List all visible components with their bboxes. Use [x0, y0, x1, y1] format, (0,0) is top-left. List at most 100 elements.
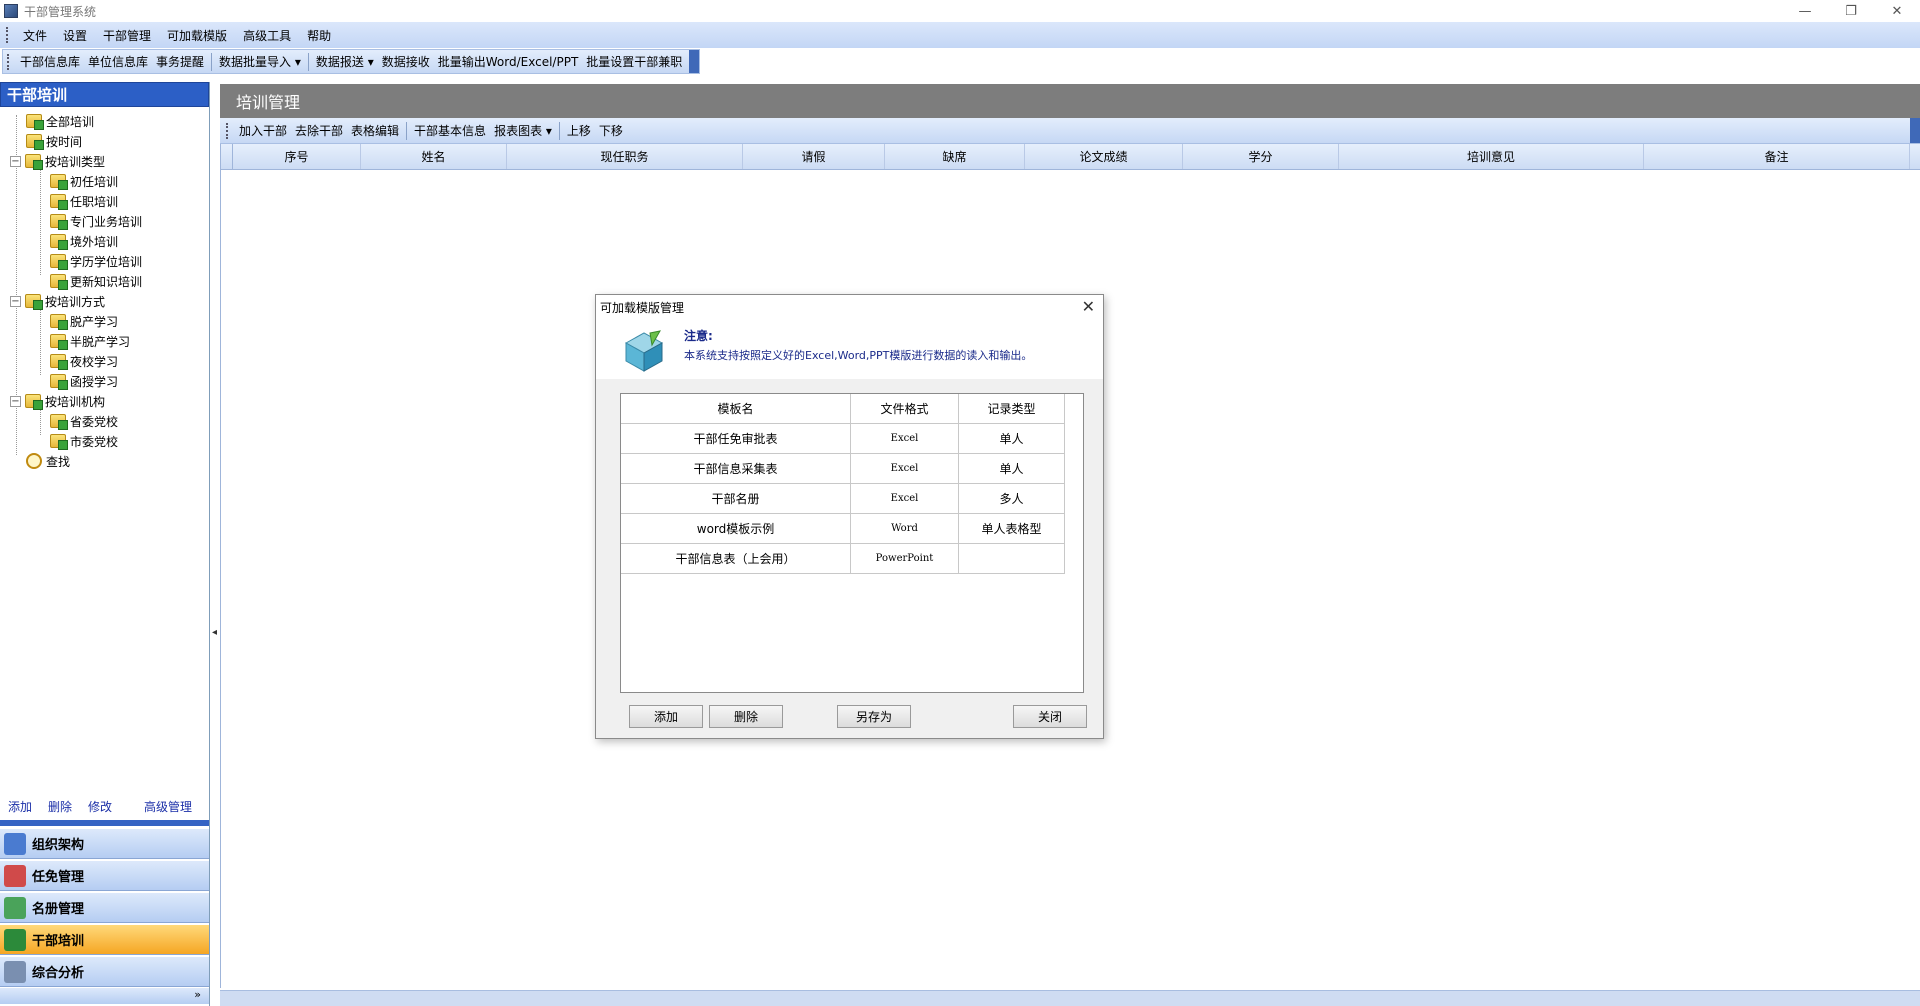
- tree-item-night-school[interactable]: 夜校学习: [0, 351, 209, 371]
- nav-appointment[interactable]: 任免管理: [0, 860, 209, 891]
- col-header-position[interactable]: 现任职务: [507, 144, 743, 169]
- row-header-corner: [221, 144, 233, 169]
- batch-parttime-button[interactable]: 批量设置干部兼职: [582, 53, 686, 70]
- save-as-button[interactable]: 另存为: [837, 705, 911, 728]
- table-row[interactable]: 干部信息采集表 Excel 单人: [621, 453, 1066, 484]
- col-header-credits[interactable]: 学分: [1183, 144, 1339, 169]
- table-row[interactable]: 干部名册 Excel 多人: [621, 483, 1066, 514]
- advanced-manage-link[interactable]: 高级管理: [144, 798, 192, 815]
- remove-cadre-button[interactable]: 去除干部: [291, 122, 347, 139]
- tree-item-by-method[interactable]: − 按培训方式: [0, 291, 209, 311]
- collapse-icon[interactable]: −: [10, 155, 21, 167]
- tree-item-provincial-school[interactable]: 省委党校: [0, 411, 209, 431]
- cadre-database-button[interactable]: 干部信息库: [16, 53, 84, 70]
- right-panel-header: 培训管理: [220, 84, 1920, 118]
- table-row[interactable]: word模板示例 Word 单人表格型: [621, 513, 1066, 544]
- toolbar-grip: [7, 53, 10, 70]
- tree-item-by-type[interactable]: − 按培训类型: [0, 151, 209, 171]
- record-type-cell: 单人: [958, 423, 1066, 454]
- tree-item-knowledge-update[interactable]: 更新知识培训: [0, 271, 209, 291]
- table-row[interactable]: 干部任免审批表 Excel 单人: [621, 423, 1066, 454]
- data-submit-button[interactable]: 数据报送 ▾: [312, 53, 378, 70]
- edit-link[interactable]: 修改: [88, 798, 112, 815]
- close-dialog-button[interactable]: 关闭: [1013, 705, 1087, 728]
- table-row[interactable]: 干部信息表（上会用） PowerPoint: [621, 543, 1066, 574]
- collapse-left-icon[interactable]: ◂: [212, 627, 217, 638]
- nav-splitter[interactable]: [0, 820, 209, 826]
- col-header-thesis-score[interactable]: 论文成绩: [1025, 144, 1183, 169]
- col-header-index[interactable]: 序号: [233, 144, 361, 169]
- toolbar-separator: [211, 52, 213, 71]
- cadre-basic-info-button[interactable]: 干部基本信息: [410, 122, 490, 139]
- toolbar-overflow-button[interactable]: [689, 50, 699, 73]
- move-up-button[interactable]: 上移: [563, 122, 595, 139]
- col-header-file-format[interactable]: 文件格式: [850, 394, 959, 424]
- tree-item-search[interactable]: 查找: [0, 451, 209, 471]
- tree-item-by-time[interactable]: 按时间: [0, 131, 209, 151]
- toolbar-overflow-button[interactable]: [1910, 118, 1920, 143]
- tree-item-appointment-training[interactable]: 任职培训: [0, 191, 209, 211]
- tree-item-municipal-school[interactable]: 市委党校: [0, 431, 209, 451]
- col-header-remarks[interactable]: 备注: [1644, 144, 1910, 169]
- col-header-template-name[interactable]: 模板名: [621, 394, 852, 424]
- record-type-cell: 单人表格型: [958, 513, 1066, 544]
- file-format-cell: PowerPoint: [850, 543, 959, 574]
- tree-item-degree-training[interactable]: 学历学位培训: [0, 251, 209, 271]
- template-name-cell: 干部信息采集表: [621, 453, 852, 484]
- tree-item-initial-training[interactable]: 初任培训: [0, 171, 209, 191]
- col-header-name[interactable]: 姓名: [361, 144, 507, 169]
- info-book-icon: [624, 330, 664, 372]
- data-receive-button[interactable]: 数据接收: [378, 53, 434, 70]
- move-down-button[interactable]: 下移: [595, 122, 627, 139]
- add-link[interactable]: 添加: [8, 798, 32, 815]
- dialog-close-icon[interactable]: ✕: [1082, 297, 1095, 316]
- report-charts-button[interactable]: 报表图表 ▾: [490, 122, 556, 139]
- tree-item-all-training[interactable]: 全部培训: [0, 111, 209, 131]
- delete-link[interactable]: 删除: [48, 798, 72, 815]
- col-header-absence[interactable]: 缺席: [885, 144, 1025, 169]
- folder-icon: [50, 194, 68, 210]
- nav-more-button[interactable]: »: [0, 988, 209, 1004]
- col-header-leave[interactable]: 请假: [743, 144, 885, 169]
- nav-roster[interactable]: 名册管理: [0, 892, 209, 923]
- menu-cadre-management[interactable]: 干部管理: [95, 27, 159, 44]
- tree-item-fulltime-study[interactable]: 脱产学习: [0, 311, 209, 331]
- nav-org-structure[interactable]: 组织架构: [0, 828, 209, 859]
- nav-training[interactable]: 干部培训: [0, 924, 209, 955]
- tree-item-parttime-study[interactable]: 半脱产学习: [0, 331, 209, 351]
- menu-file[interactable]: 文件: [15, 27, 55, 44]
- unit-database-button[interactable]: 单位信息库: [84, 53, 152, 70]
- minimize-button[interactable]: —: [1782, 0, 1828, 22]
- tree-item-by-institution[interactable]: − 按培训机构: [0, 391, 209, 411]
- close-window-button[interactable]: ✕: [1874, 0, 1920, 22]
- analysis-icon: [4, 960, 26, 983]
- template-name-cell: 干部任免审批表: [621, 423, 852, 454]
- file-format-cell: Excel: [850, 453, 959, 484]
- col-header-training-opinion[interactable]: 培训意见: [1339, 144, 1644, 169]
- col-header-record-type[interactable]: 记录类型: [958, 394, 1066, 424]
- menu-help[interactable]: 帮助: [299, 27, 339, 44]
- tree-item-correspondence[interactable]: 函授学习: [0, 371, 209, 391]
- panel-splitter[interactable]: ◂: [210, 82, 220, 1006]
- notice-text: 本系统支持按照定义好的Excel,Word,PPT模版进行数据的读入和输出。: [684, 349, 1033, 362]
- delete-template-button[interactable]: 删除: [709, 705, 783, 728]
- menu-settings[interactable]: 设置: [55, 27, 95, 44]
- edit-table-button[interactable]: 表格编辑: [347, 122, 403, 139]
- reminders-button[interactable]: 事务提醒: [152, 53, 208, 70]
- search-icon: [26, 453, 42, 469]
- batch-import-button[interactable]: 数据批量导入 ▾: [215, 53, 305, 70]
- nav-analysis[interactable]: 综合分析: [0, 956, 209, 987]
- collapse-icon[interactable]: −: [10, 395, 21, 407]
- menu-templates[interactable]: 可加载模版: [159, 27, 235, 44]
- batch-export-button[interactable]: 批量输出Word/Excel/PPT: [434, 53, 583, 70]
- add-cadre-button[interactable]: 加入干部: [235, 122, 291, 139]
- horizontal-scrollbar[interactable]: [220, 990, 1920, 1006]
- add-template-button[interactable]: 添加: [629, 705, 703, 728]
- tree-item-overseas-training[interactable]: 境外培训: [0, 231, 209, 251]
- restore-button[interactable]: ❐: [1828, 0, 1874, 22]
- collapse-icon[interactable]: −: [10, 295, 21, 307]
- folder-icon: [50, 174, 68, 190]
- tree-item-specialized-training[interactable]: 专门业务培训: [0, 211, 209, 231]
- menu-advanced-tools[interactable]: 高级工具: [235, 27, 299, 44]
- record-type-cell: 多人: [958, 483, 1066, 514]
